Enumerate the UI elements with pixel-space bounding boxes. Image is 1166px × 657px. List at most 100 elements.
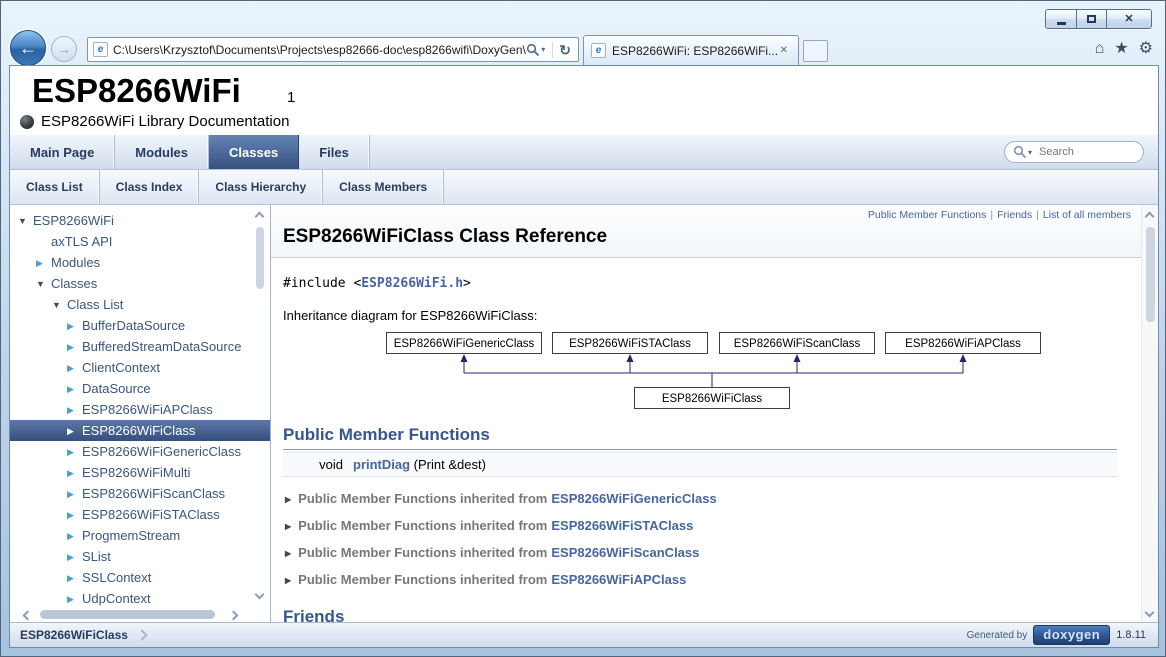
chevron-right-icon[interactable]: ▶ [67,337,82,358]
tab-close-icon[interactable]: ✕ [777,44,791,57]
scrollbar-thumb[interactable] [1146,227,1155,322]
navpath-footer: ESP8266WiFiClass Generated by doxygen 1.… [10,622,1158,647]
doxygen-logo[interactable]: doxygen [1033,625,1110,645]
tree-item[interactable]: ▶Modules [10,252,270,273]
tab-files[interactable]: Files [299,135,370,169]
member-link[interactable]: printDiag [353,457,410,472]
tree-item[interactable]: ▼ESP8266WiFi [10,210,270,231]
home-icon[interactable]: ⌂ [1095,39,1105,59]
sub-tab-bar: Class List Class Index Class Hierarchy C… [10,170,1158,205]
diagram-node-current[interactable]: ESP8266WiFiClass [635,388,790,409]
minimize-button[interactable] [1046,10,1076,28]
chevron-right-icon[interactable]: ▶ [67,316,82,337]
favorites-icon[interactable]: ★ [1114,39,1128,59]
tree-item[interactable]: ▶SList [10,546,270,567]
scroll-down-icon[interactable] [255,590,265,600]
tab-class-list[interactable]: Class List [10,170,100,204]
chevron-right-icon[interactable]: ▶ [67,568,82,589]
tree-item[interactable]: ▼Classes [10,273,270,294]
scroll-left-icon[interactable] [23,611,33,621]
tree-item[interactable]: ▼Class List [10,294,270,315]
link-friends[interactable]: Friends [997,209,1032,221]
expand-arrow-icon: ▶ [285,522,291,531]
inherited-class-link[interactable]: ESP8266WiFiSTAClass [551,518,693,533]
scrollbar-thumb[interactable] [40,610,215,619]
search-input[interactable] [1039,146,1129,158]
tree-item[interactable]: ▶ClientContext [10,357,270,378]
contents: #include <ESP8266WiFi.h> Inheritance dia… [271,258,1141,624]
link-public-member-functions[interactable]: Public Member Functions [868,209,986,221]
chevron-right-icon[interactable]: ▶ [67,400,82,421]
chevron-down-icon[interactable]: ▼ [18,211,33,232]
inheritance-arrows [461,354,967,387]
tab-main-page[interactable]: Main Page [10,135,115,169]
tab-modules[interactable]: Modules [115,135,209,169]
tree-item[interactable]: ▶ESP8266WiFiScanClass [10,483,270,504]
inherited-class-link[interactable]: ESP8266WiFiGenericClass [551,491,716,506]
chevron-down-icon[interactable]: ▼ [36,274,51,295]
scroll-up-icon[interactable] [1145,212,1155,222]
chevron-right-icon[interactable]: ▶ [67,484,82,505]
scrollbar-thumb[interactable] [256,227,264,289]
scroll-down-icon[interactable] [1145,608,1155,618]
forward-button[interactable]: → [51,36,77,62]
diagram-node[interactable]: ESP8266WiFiScanClass [720,333,875,354]
chevron-right-icon[interactable]: ▶ [67,526,82,547]
address-bar[interactable]: ▾ ↻ [87,37,579,62]
back-button[interactable]: ← [10,30,46,66]
tab-class-members[interactable]: Class Members [323,170,444,204]
search-icon[interactable] [526,43,540,57]
tree-item[interactable]: ▶BufferedStreamDataSource [10,336,270,357]
address-input[interactable] [113,43,526,57]
scroll-right-icon[interactable] [229,611,239,621]
tools-icon[interactable]: ⚙ [1139,39,1153,59]
member-return-type: void [301,457,343,472]
tab-classes[interactable]: Classes [209,135,299,169]
tree-item[interactable]: axTLS API [10,231,270,252]
diagram-node[interactable]: ESP8266WiFiSTAClass [553,333,708,354]
tree-item[interactable]: ▶SSLContext [10,567,270,588]
tree-item[interactable]: ▶ESP8266WiFiAPClass [10,399,270,420]
scroll-up-icon[interactable] [255,212,265,222]
include-file-link[interactable]: ESP8266WiFi.h [361,276,463,291]
chevron-right-icon[interactable]: ▶ [67,421,82,442]
tree-item-selected[interactable]: ▶ESP8266WiFiClass [10,420,270,441]
diagram-node[interactable]: ESP8266WiFiAPClass [886,333,1041,354]
close-button[interactable]: ✕ [1106,10,1151,28]
search-dropdown-icon[interactable]: ▾ [541,45,545,54]
sidebar-vertical-scrollbar[interactable] [253,205,267,624]
tree-item[interactable]: ▶ESP8266WiFiSTAClass [10,504,270,525]
search-filter-caret-icon[interactable]: ▾ [1028,148,1032,157]
breadcrumb-item[interactable]: ESP8266WiFiClass [10,628,128,642]
inherited-class-link[interactable]: ESP8266WiFiAPClass [551,572,686,587]
chevron-right-icon[interactable]: ▶ [67,358,82,379]
inherited-class-link[interactable]: ESP8266WiFiScanClass [551,545,699,560]
content-vertical-scrollbar[interactable] [1141,205,1158,624]
inherited-section-header[interactable]: ▶Public Member Functions inherited fromE… [283,512,1117,539]
tree-item[interactable]: ▶ProgmemStream [10,525,270,546]
maximize-button[interactable] [1076,10,1106,28]
tab-class-index[interactable]: Class Index [100,170,200,204]
inherited-section-header[interactable]: ▶Public Member Functions inherited fromE… [283,566,1117,593]
browser-tab[interactable]: ESP8266WiFi: ESP8266WiFi... ✕ [583,35,799,65]
svg-text:ESP8266WiFiGenericClass: ESP8266WiFiGenericClass [394,338,535,350]
chevron-down-icon[interactable]: ▼ [52,295,67,316]
chevron-right-icon[interactable]: ▶ [36,253,51,274]
link-list-of-all-members[interactable]: List of all members [1043,209,1131,221]
chevron-right-icon[interactable]: ▶ [67,505,82,526]
diagram-node[interactable]: ESP8266WiFiGenericClass [387,333,542,354]
new-tab-button[interactable] [803,40,828,62]
tree-item[interactable]: ▶ESP8266WiFiMulti [10,462,270,483]
tab-class-hierarchy[interactable]: Class Hierarchy [199,170,323,204]
tree-item[interactable]: ▶DataSource [10,378,270,399]
refresh-icon[interactable]: ↻ [557,43,573,57]
chevron-right-icon[interactable]: ▶ [67,463,82,484]
tree-item[interactable]: ▶ESP8266WiFiGenericClass [10,441,270,462]
chevron-right-icon[interactable]: ▶ [67,442,82,463]
tree-item[interactable]: ▶BufferDataSource [10,315,270,336]
inherited-section-header[interactable]: ▶Public Member Functions inherited fromE… [283,539,1117,566]
inherited-section-header[interactable]: ▶Public Member Functions inherited fromE… [283,485,1117,512]
chevron-right-icon[interactable]: ▶ [67,547,82,568]
doxygen-search-box[interactable]: ▾ [1004,141,1144,163]
chevron-right-icon[interactable]: ▶ [67,379,82,400]
